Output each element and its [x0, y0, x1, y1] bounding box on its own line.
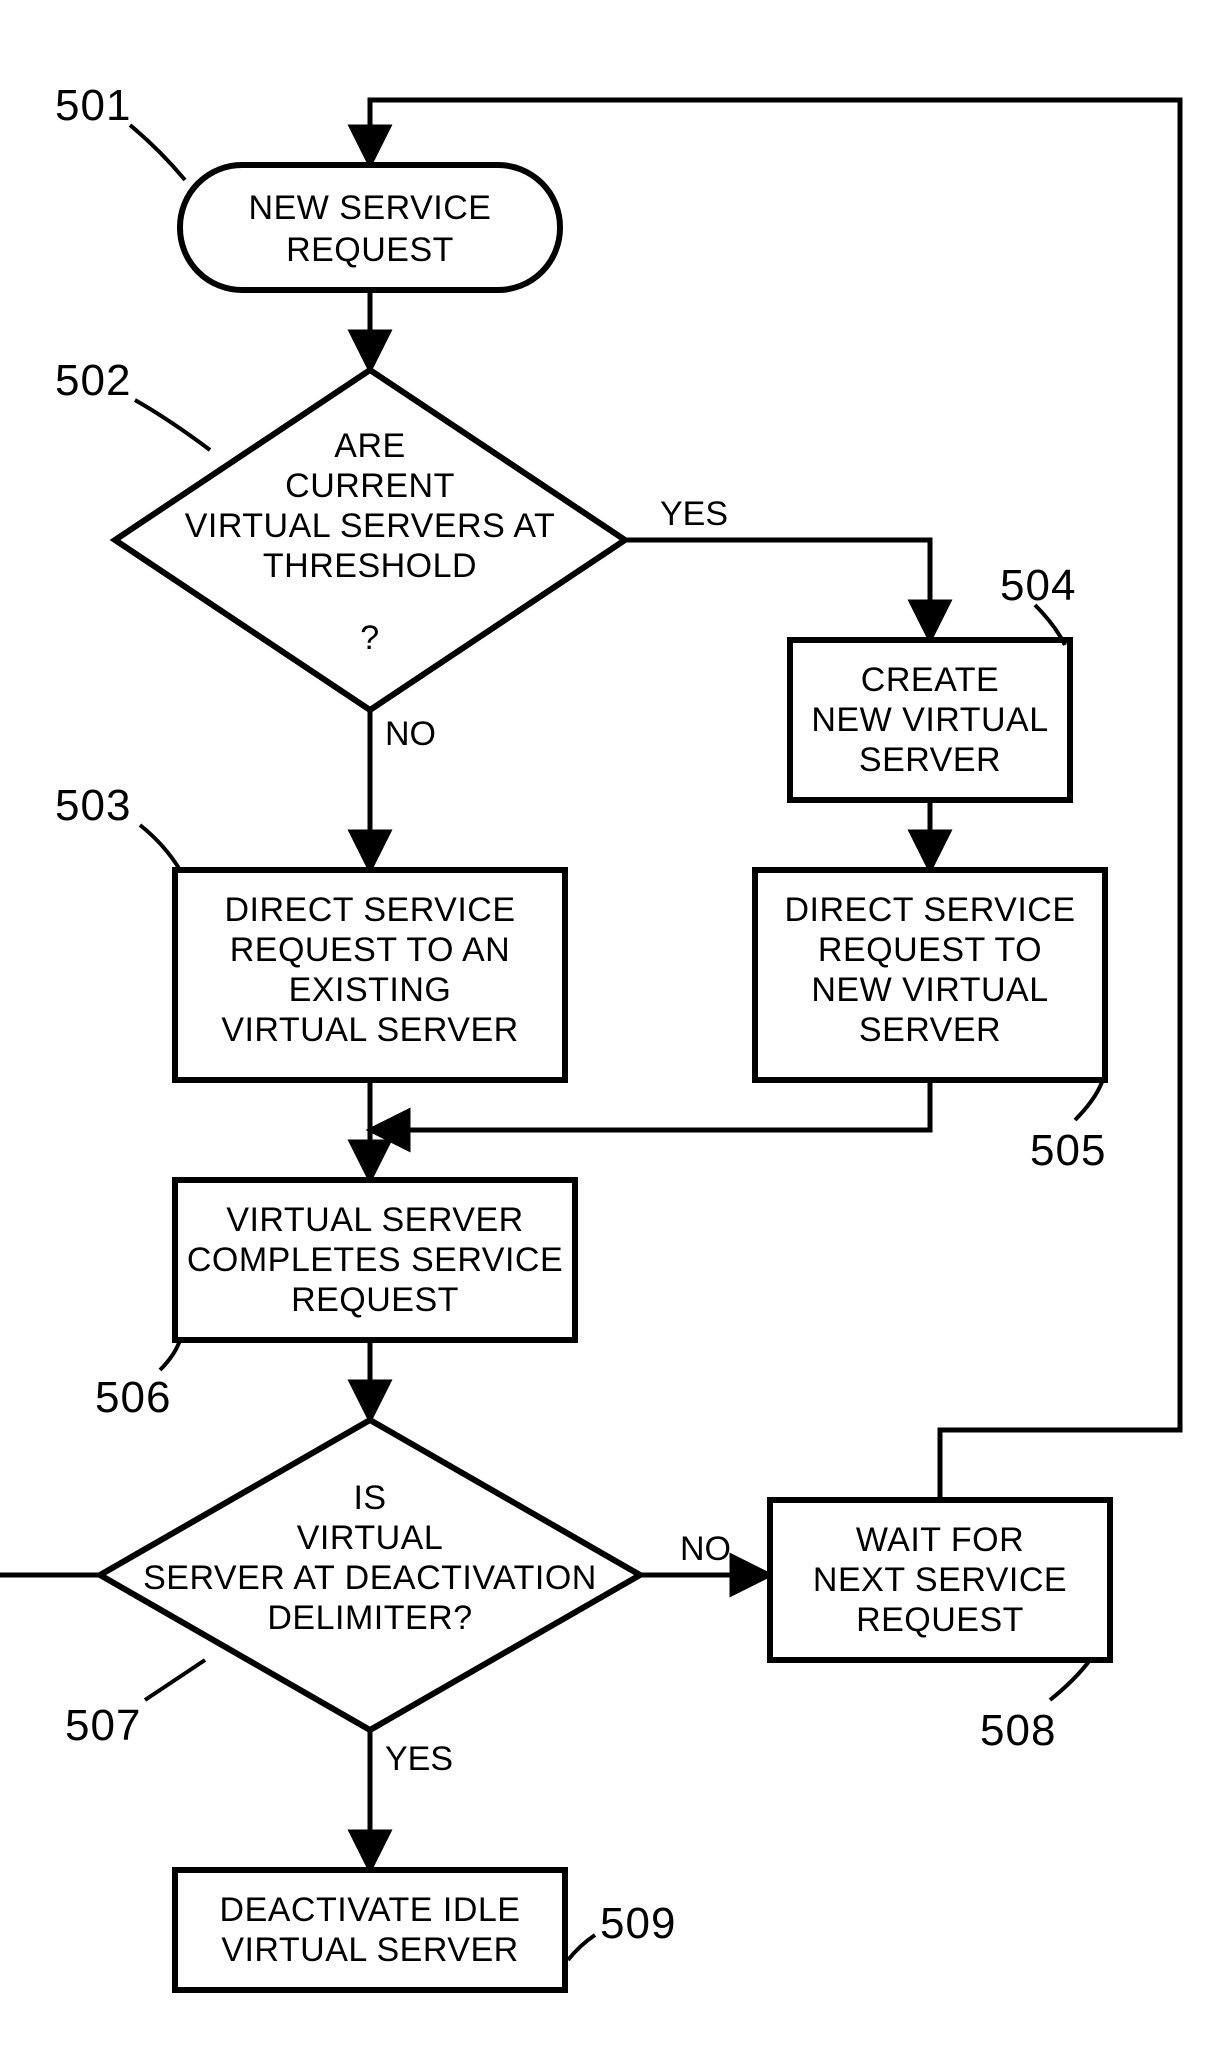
- node-505-line2: REQUEST TO: [818, 931, 1042, 969]
- node-504-line2: NEW VIRTUAL: [811, 701, 1048, 739]
- node-506-line1: VIRTUAL SERVER: [226, 1201, 523, 1239]
- node-505-line4: SERVER: [859, 1011, 1001, 1049]
- node-504-line3: SERVER: [859, 741, 1001, 779]
- edge-label-no-2: NO: [680, 1530, 731, 1568]
- node-502-line5: ?: [360, 619, 379, 657]
- node-502-line1: ARE: [334, 427, 405, 465]
- node-508-line3: REQUEST: [856, 1601, 1024, 1639]
- node-507: IS VIRTUAL SERVER AT DEACTIVATION DELIMI…: [100, 1420, 640, 1730]
- ref-label-501: 501: [55, 81, 131, 130]
- node-501-line1: NEW SERVICE: [249, 189, 492, 227]
- node-505: DIRECT SERVICE REQUEST TO NEW VIRTUAL SE…: [755, 870, 1105, 1080]
- ref-hook-506: [160, 1340, 180, 1370]
- node-503-line3: EXISTING: [289, 971, 452, 1009]
- ref-label-502: 502: [55, 356, 131, 405]
- edge-label-yes-2: YES: [385, 1740, 453, 1778]
- ref-label-507: 507: [65, 1701, 141, 1750]
- node-503-line4: VIRTUAL SERVER: [221, 1011, 518, 1049]
- node-502-line2: CURRENT: [285, 467, 455, 505]
- node-503-line1: DIRECT SERVICE: [224, 891, 515, 929]
- node-507-line4: DELIMITER?: [267, 1599, 472, 1637]
- node-501-line2: REQUEST: [286, 231, 454, 269]
- ref-hook-503: [140, 825, 180, 870]
- node-506-line3: REQUEST: [291, 1281, 459, 1319]
- ref-hook-507: [145, 1660, 205, 1700]
- node-507-line3: SERVER AT DEACTIVATION: [143, 1559, 597, 1597]
- node-503: DIRECT SERVICE REQUEST TO AN EXISTING VI…: [175, 870, 565, 1080]
- node-504-line1: CREATE: [861, 661, 999, 699]
- node-505-line3: NEW VIRTUAL: [811, 971, 1048, 1009]
- ref-label-508: 508: [980, 1706, 1056, 1755]
- node-509-line1: DEACTIVATE IDLE: [220, 1891, 521, 1929]
- node-506: VIRTUAL SERVER COMPLETES SERVICE REQUEST: [175, 1180, 575, 1340]
- ref-label-505: 505: [1030, 1126, 1106, 1175]
- edge-502-504: [625, 540, 930, 640]
- ref-hook-508: [1050, 1660, 1090, 1700]
- node-502-line3: VIRTUAL SERVERS AT: [185, 507, 556, 545]
- node-505-line1: DIRECT SERVICE: [784, 891, 1075, 929]
- node-507-line2: VIRTUAL: [297, 1519, 443, 1557]
- node-502-line4: THRESHOLD: [263, 547, 477, 585]
- ref-label-506: 506: [95, 1373, 171, 1422]
- ref-label-509: 509: [600, 1899, 676, 1948]
- node-509: DEACTIVATE IDLE VIRTUAL SERVER: [175, 1870, 565, 1990]
- node-502: ARE CURRENT VIRTUAL SERVERS AT THRESHOLD…: [115, 370, 625, 710]
- edge-505-merge: [370, 1080, 930, 1130]
- node-508: WAIT FOR NEXT SERVICE REQUEST: [770, 1500, 1110, 1660]
- node-507-line1: IS: [353, 1479, 386, 1517]
- ref-label-503: 503: [55, 781, 131, 830]
- ref-hook-501: [130, 125, 185, 180]
- ref-hook-502: [135, 400, 210, 450]
- edge-label-no-1: NO: [385, 715, 436, 753]
- node-509-line2: VIRTUAL SERVER: [221, 1931, 518, 1969]
- ref-hook-505: [1075, 1082, 1102, 1120]
- edge-label-yes-1: YES: [660, 495, 728, 533]
- node-503-line2: REQUEST TO AN: [230, 931, 510, 969]
- node-506-line2: COMPLETES SERVICE: [187, 1241, 563, 1279]
- node-504: CREATE NEW VIRTUAL SERVER: [790, 640, 1070, 800]
- node-508-line1: WAIT FOR: [856, 1521, 1024, 1559]
- flowchart-svg: YES NO NO YES NEW SERVICE REQUEST ARE CU…: [0, 0, 1226, 2057]
- node-501: NEW SERVICE REQUEST: [180, 165, 560, 290]
- ref-hook-509: [568, 1935, 595, 1960]
- ref-label-504: 504: [1000, 561, 1076, 610]
- node-508-line2: NEXT SERVICE: [813, 1561, 1067, 1599]
